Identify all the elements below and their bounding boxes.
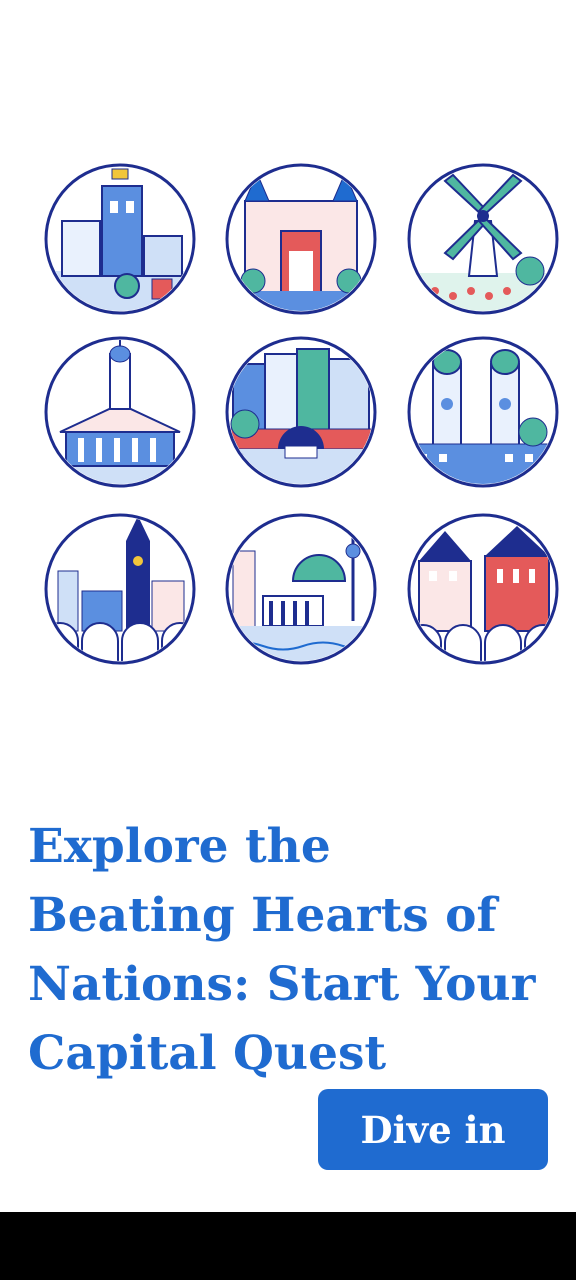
- riga-skyline-icon: [42, 511, 198, 667]
- vilnius-castle-icon: [42, 161, 198, 317]
- amsterdam-museum-icon: [223, 161, 379, 317]
- windmill-icon: [405, 161, 561, 317]
- headline: Explore the Beating Hearts of Nations: S…: [28, 819, 536, 1081]
- dive-in-button[interactable]: Dive in: [318, 1089, 548, 1170]
- illustration-grid: [0, 0, 576, 720]
- berlin-landmarks-icon: [223, 511, 379, 667]
- blackheads-house-icon: [405, 511, 561, 667]
- canal-houses-icon: [223, 334, 379, 490]
- system-navigation-bar: [0, 1212, 576, 1280]
- twin-towers-church-icon: [405, 334, 561, 490]
- cathedral-square-icon: [42, 334, 198, 490]
